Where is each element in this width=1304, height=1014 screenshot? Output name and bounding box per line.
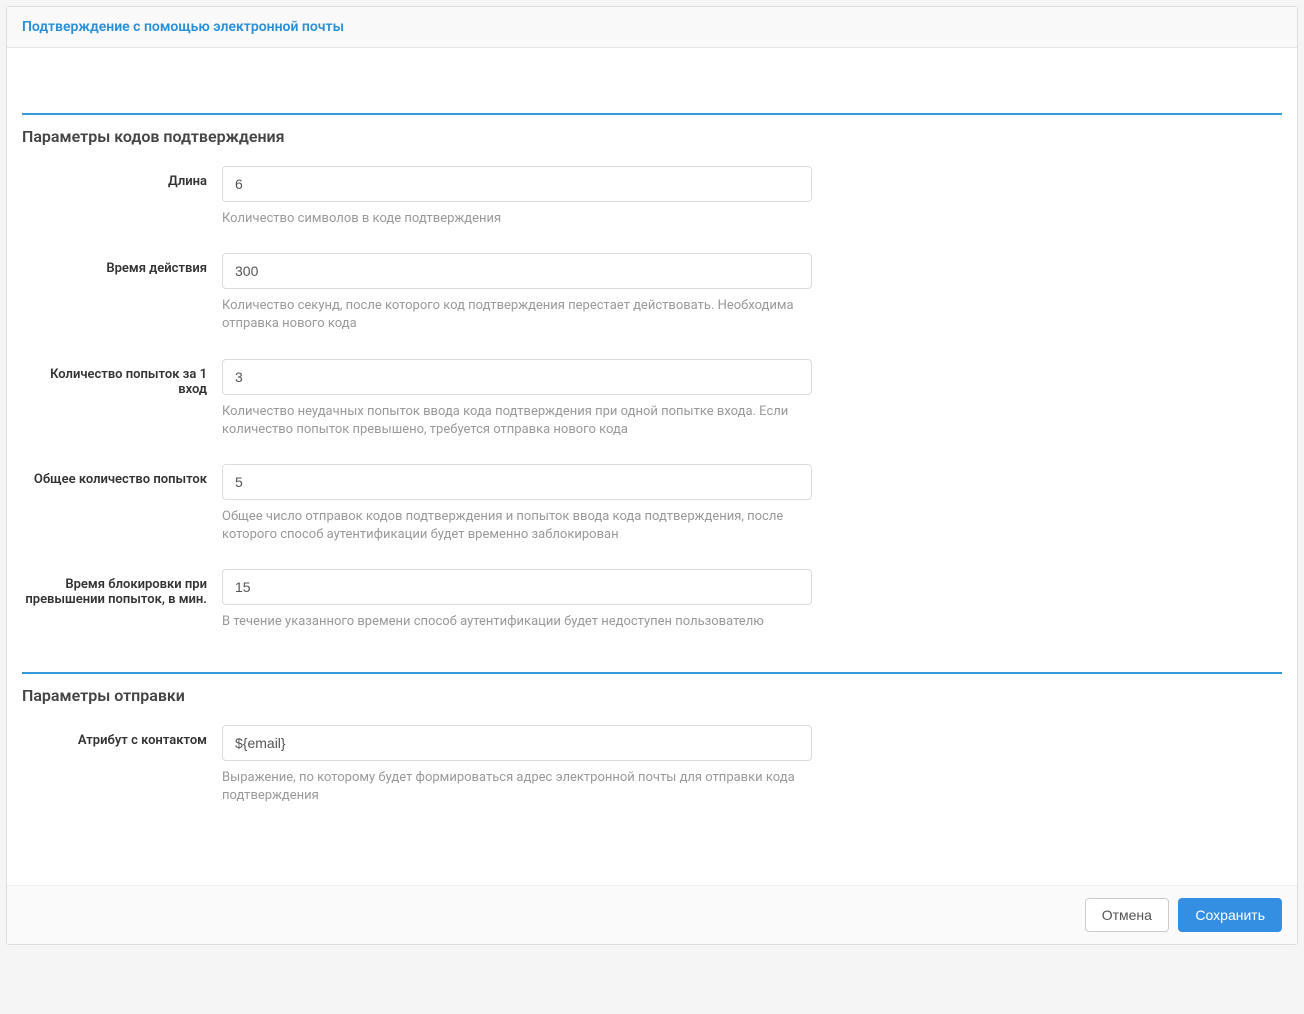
panel-footer: Отмена Сохранить [7, 885, 1297, 944]
form-row-lock-time: Время блокировки при превышении попыток,… [22, 569, 1282, 631]
section-divider [22, 672, 1282, 674]
help-total-attempts: Общее число отправок кодов подтверждения… [222, 508, 812, 544]
panel-title: Подтверждение с помощью электронной почт… [22, 19, 1282, 35]
input-ttl[interactable] [222, 253, 812, 289]
cancel-button[interactable]: Отмена [1085, 898, 1169, 932]
form-row-attempts-per-login: Количество попыток за 1 вход Количество … [22, 359, 1282, 439]
input-contact-attr[interactable] [222, 725, 812, 761]
input-lock-time[interactable] [222, 569, 812, 605]
section-title-codes: Параметры кодов подтверждения [22, 127, 1282, 146]
label-contact-attr: Атрибут с контактом [22, 725, 222, 748]
help-contact-attr: Выражение, по которому будет формировать… [222, 769, 812, 805]
form-row-total-attempts: Общее количество попыток Общее число отп… [22, 464, 1282, 544]
form-row-length: Длина Количество символов в коде подтвер… [22, 166, 1282, 228]
label-lock-time: Время блокировки при превышении попыток,… [22, 569, 222, 607]
settings-panel: Подтверждение с помощью электронной почт… [6, 6, 1298, 945]
section-title-send: Параметры отправки [22, 686, 1282, 705]
label-length: Длина [22, 166, 222, 189]
label-attempts-per-login: Количество попыток за 1 вход [22, 359, 222, 397]
help-attempts-per-login: Количество неудачных попыток ввода кода … [222, 403, 812, 439]
section-divider [22, 113, 1282, 115]
label-ttl: Время действия [22, 253, 222, 276]
help-ttl: Количество секунд, после которого код по… [222, 297, 812, 333]
input-total-attempts[interactable] [222, 464, 812, 500]
input-length[interactable] [222, 166, 812, 202]
panel-body: Параметры кодов подтверждения Длина Коли… [7, 48, 1297, 885]
save-button[interactable]: Сохранить [1178, 898, 1282, 932]
input-attempts-per-login[interactable] [222, 359, 812, 395]
help-length: Количество символов в коде подтверждения [222, 210, 812, 228]
help-lock-time: В течение указанного времени способ ауте… [222, 613, 812, 631]
label-total-attempts: Общее количество попыток [22, 464, 222, 487]
panel-header: Подтверждение с помощью электронной почт… [7, 7, 1297, 48]
form-row-ttl: Время действия Количество секунд, после … [22, 253, 1282, 333]
form-row-contact-attr: Атрибут с контактом Выражение, по которо… [22, 725, 1282, 805]
